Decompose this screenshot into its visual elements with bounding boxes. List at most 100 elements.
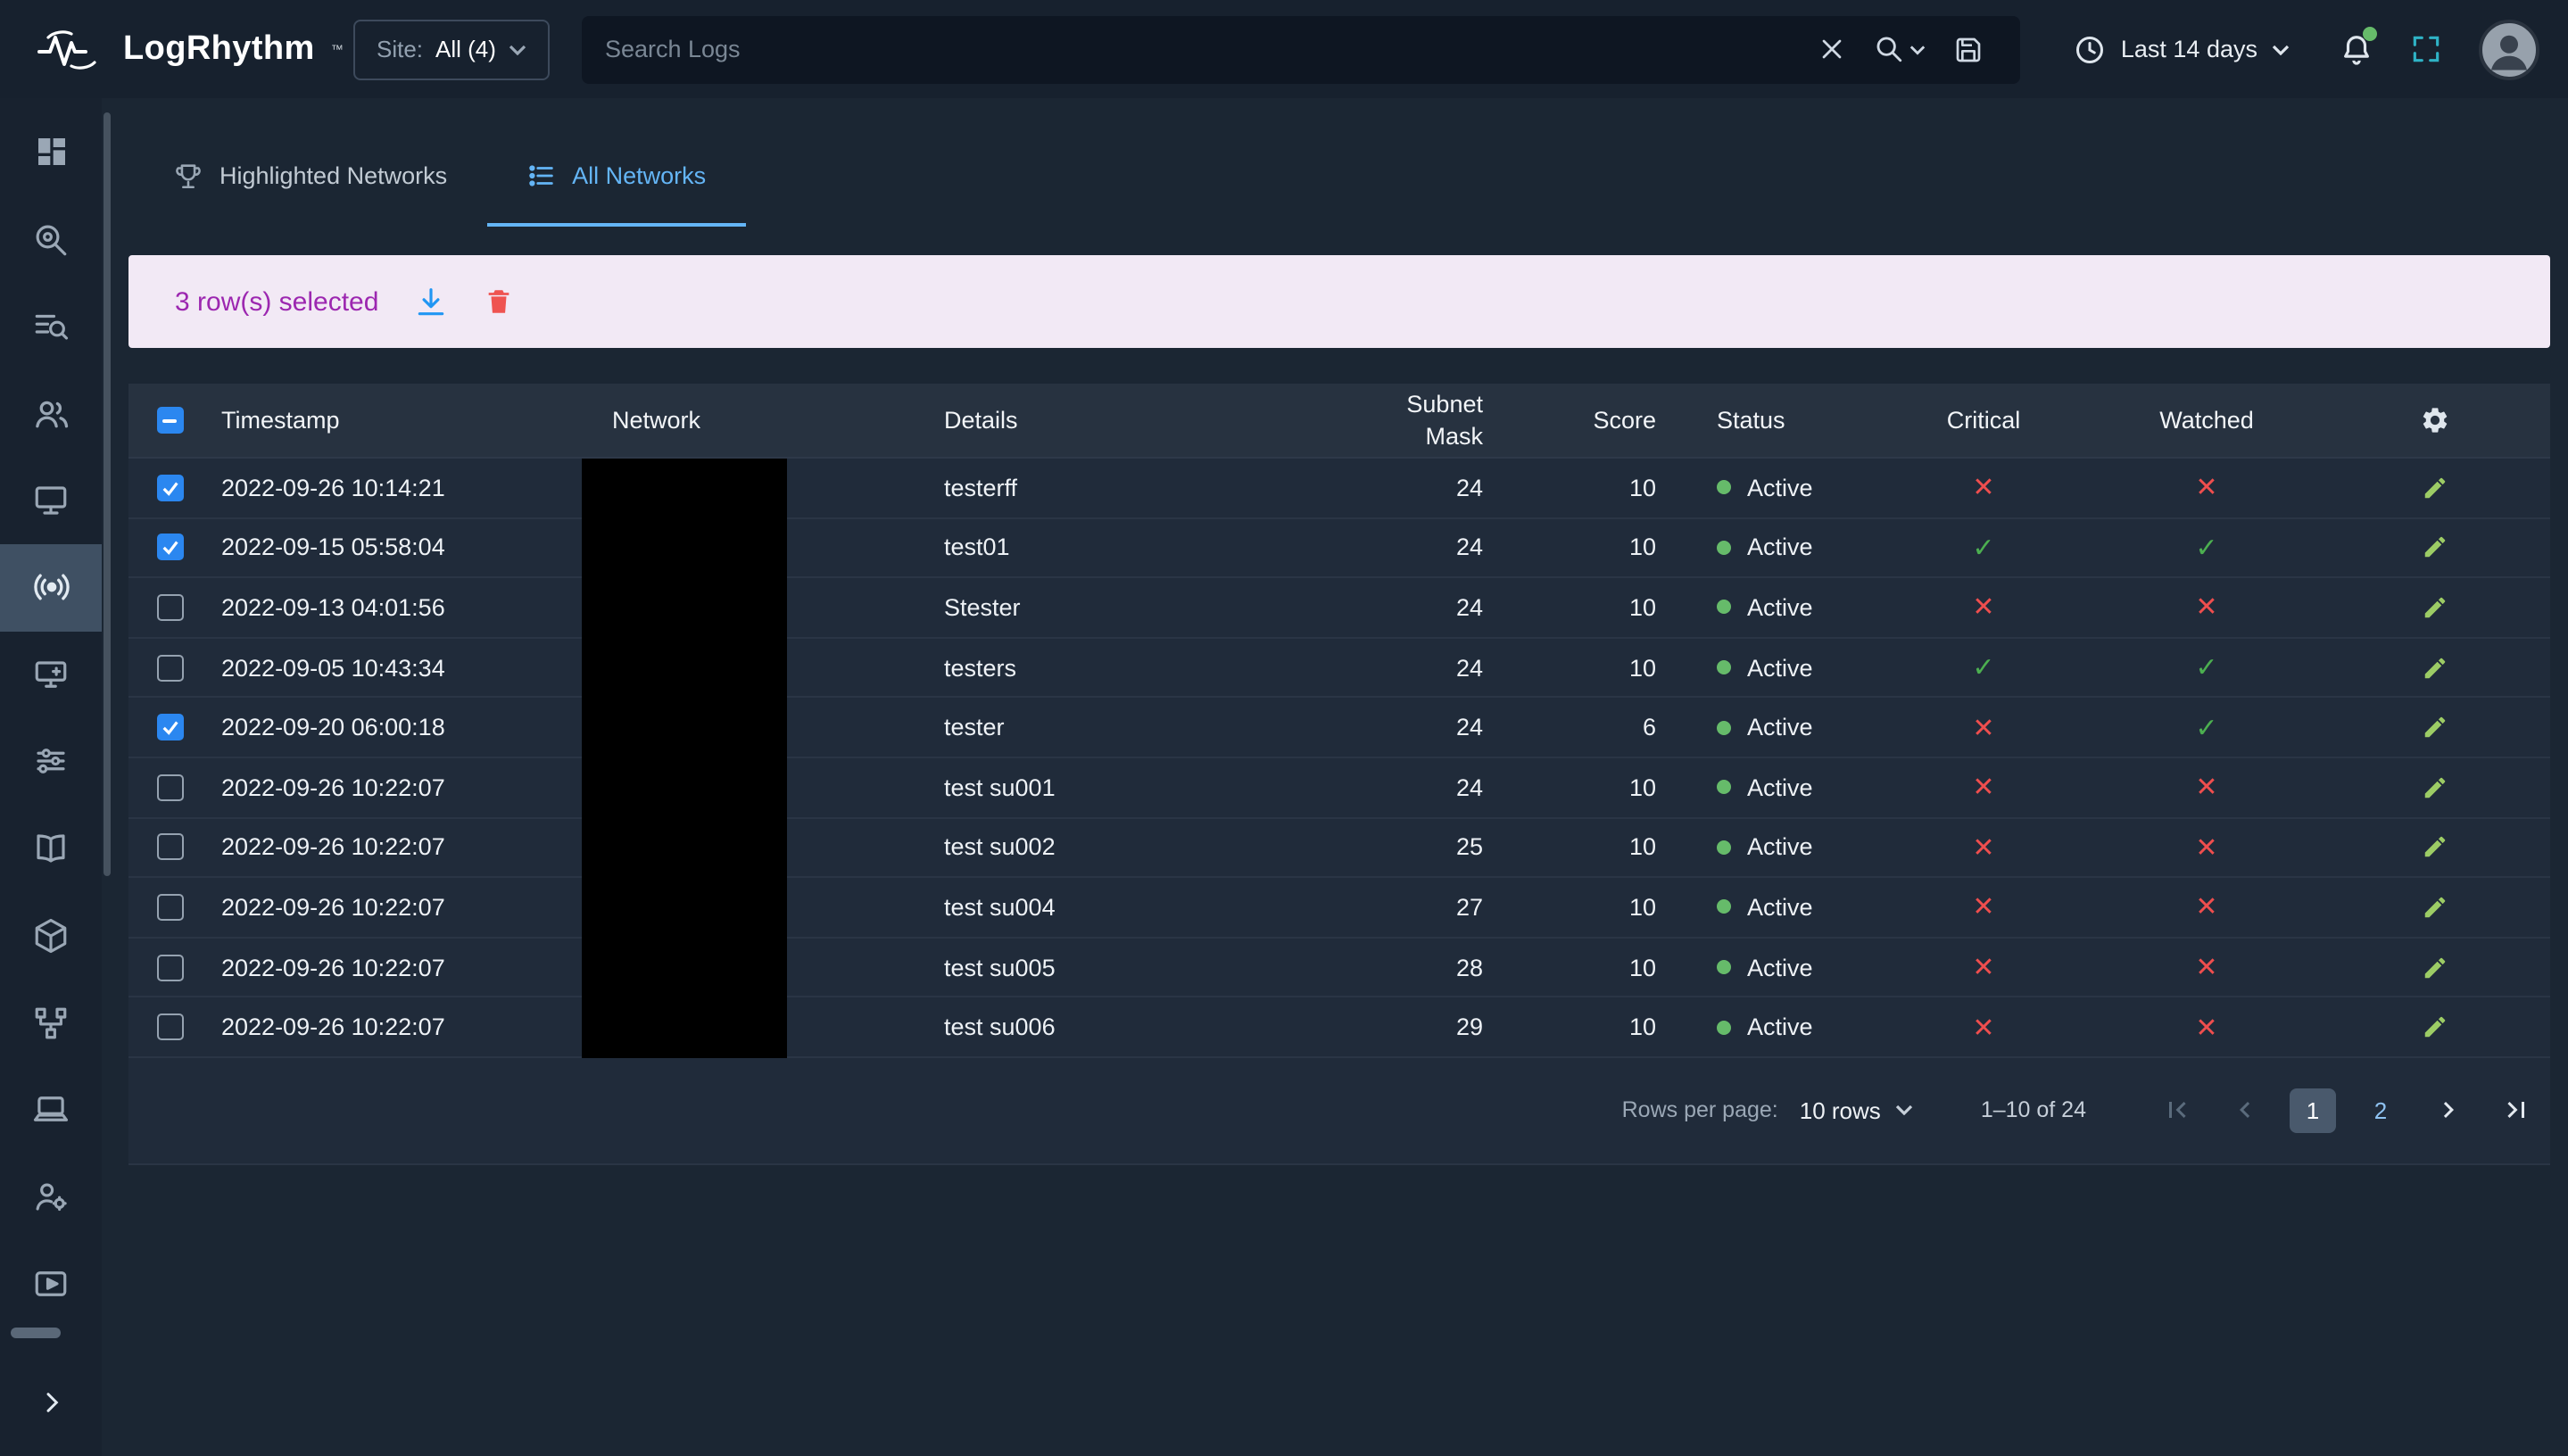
sidebar-item-endpoints[interactable] (0, 1066, 102, 1154)
site-selector[interactable]: Site: All (4) (353, 19, 550, 79)
trademark: ™ (331, 44, 344, 56)
edit-row-button[interactable] (2421, 594, 2448, 621)
select-all-checkbox[interactable] (156, 407, 183, 434)
row-checkbox[interactable] (156, 894, 183, 921)
cell-watched: ✕ (2095, 998, 2318, 1056)
last-page-button[interactable] (2493, 1088, 2539, 1134)
column-watched[interactable]: Watched (2095, 384, 2318, 457)
cross-icon: ✕ (1972, 1011, 1994, 1043)
cell-watched: ✕ (2095, 878, 2318, 936)
edit-row-button[interactable] (2421, 1013, 2448, 1040)
edit-row-button[interactable] (2421, 894, 2448, 921)
edit-row-button[interactable] (2421, 954, 2448, 980)
row-checkbox[interactable] (156, 534, 183, 561)
table-row: 2022-09-15 05:58:04test012410Active✓✓ (128, 518, 2550, 578)
sidebar-item-monitors[interactable] (0, 457, 102, 544)
status-dot (1717, 541, 1731, 555)
column-critical[interactable]: Critical (1872, 384, 2095, 457)
sidebar-item-agents[interactable] (0, 631, 102, 718)
column-score[interactable]: Score (1497, 384, 1667, 457)
rows-per-page-label: Rows per page: (1622, 1098, 1778, 1123)
last-page-icon (2500, 1095, 2532, 1127)
clear-search-button[interactable] (1805, 36, 1860, 62)
cell-status: Active (1667, 699, 1872, 757)
cell-details: test su002 (944, 818, 1354, 876)
previous-page-button[interactable] (2222, 1088, 2268, 1134)
row-checkbox[interactable] (156, 714, 183, 740)
time-range-selector[interactable]: Last 14 days (2060, 22, 2304, 76)
notifications-button[interactable] (2340, 31, 2373, 67)
cell-status: Active (1667, 518, 1872, 576)
save-search-button[interactable] (1941, 35, 1998, 63)
cell-details: test su005 (944, 939, 1354, 997)
column-timestamp[interactable]: Timestamp (211, 384, 612, 457)
endpoint-icon (32, 1091, 70, 1129)
cell-subnet-mask: 24 (1354, 699, 1497, 757)
sidebar-item-knowledge-base[interactable] (0, 806, 102, 893)
cell-subnet-mask: 24 (1354, 518, 1497, 576)
check-icon: ✓ (2195, 651, 2217, 683)
clock-icon (2075, 33, 2107, 65)
row-checkbox[interactable] (156, 594, 183, 621)
table-row: 2022-09-26 10:22:07test su0052810Active✕… (128, 939, 2550, 998)
row-checkbox[interactable] (156, 1013, 183, 1040)
drag-handle[interactable] (10, 1328, 60, 1338)
sidebar-item-administration[interactable] (0, 1154, 102, 1241)
status-dot (1717, 781, 1731, 795)
network-activity-icon (31, 568, 70, 608)
scrollbar-thumb[interactable] (104, 112, 111, 876)
sidebar-item-case-search[interactable] (0, 196, 102, 284)
first-page-button[interactable] (2154, 1088, 2200, 1134)
edit-row-button[interactable] (2421, 714, 2448, 740)
next-page-button[interactable] (2425, 1088, 2472, 1134)
selection-count: 3 row(s) selected (175, 286, 378, 317)
status-label: Active (1747, 475, 1813, 501)
sidebar-item-log-search[interactable] (0, 283, 102, 370)
cross-icon: ✕ (2195, 772, 2217, 804)
search-input[interactable] (605, 36, 1805, 62)
row-checkbox[interactable] (156, 654, 183, 681)
sidebar-item-integrations[interactable] (0, 980, 102, 1067)
column-status[interactable]: Status (1667, 384, 1872, 457)
chevron-down-icon (509, 44, 526, 54)
sidebar-item-reports[interactable] (0, 1240, 102, 1328)
sidebar-item-people[interactable] (0, 370, 102, 458)
sidebar-item-network-monitor[interactable] (0, 544, 102, 632)
row-checkbox[interactable] (156, 834, 183, 861)
cell-status: Active (1667, 758, 1872, 816)
fullscreen-button[interactable] (2409, 32, 2443, 66)
sidebar-item-deployment[interactable] (0, 892, 102, 980)
edit-row-button[interactable] (2421, 774, 2448, 801)
edit-row-button[interactable] (2421, 654, 2448, 681)
row-checkbox[interactable] (156, 954, 183, 980)
edit-row-button[interactable] (2421, 534, 2448, 561)
sidebar-expand-button[interactable] (0, 1367, 102, 1438)
tab-all-networks[interactable]: All Networks (486, 123, 745, 227)
avatar[interactable] (2479, 19, 2539, 79)
column-subnet-mask[interactable]: Subnet Mask (1354, 384, 1497, 457)
table-header: Timestamp Network Details Subnet Mask Sc… (128, 384, 2550, 459)
delete-selected-button[interactable] (484, 285, 514, 318)
edit-row-button[interactable] (2421, 475, 2448, 501)
page-button-1[interactable]: 1 (2290, 1088, 2336, 1133)
page-button-2[interactable]: 2 (2357, 1088, 2404, 1133)
rows-per-page-select[interactable]: 10 rows (1800, 1097, 1913, 1124)
edit-row-button[interactable] (2421, 834, 2448, 861)
tab-highlighted-networks[interactable]: Highlighted Networks (134, 123, 486, 227)
row-checkbox[interactable] (156, 475, 183, 501)
chevron-left-icon (2229, 1095, 2261, 1127)
column-details[interactable]: Details (944, 384, 1354, 457)
sidebar-item-configuration[interactable] (0, 718, 102, 806)
cell-timestamp: 2022-09-26 10:22:07 (211, 758, 612, 816)
row-checkbox[interactable] (156, 774, 183, 801)
sidebar-item-dashboard[interactable] (0, 109, 102, 196)
time-range-value: Last 14 days (2121, 36, 2257, 62)
cross-icon: ✕ (2195, 472, 2217, 504)
column-network[interactable]: Network (612, 384, 944, 457)
export-selected-button[interactable] (414, 285, 448, 318)
logrhythm-logo[interactable]: LogRhythm ™ (36, 28, 353, 70)
search-button[interactable] (1860, 34, 1941, 64)
cross-icon: ✕ (1972, 472, 1994, 504)
cell-watched: ✕ (2095, 578, 2318, 636)
column-settings-button[interactable] (2419, 405, 2449, 435)
